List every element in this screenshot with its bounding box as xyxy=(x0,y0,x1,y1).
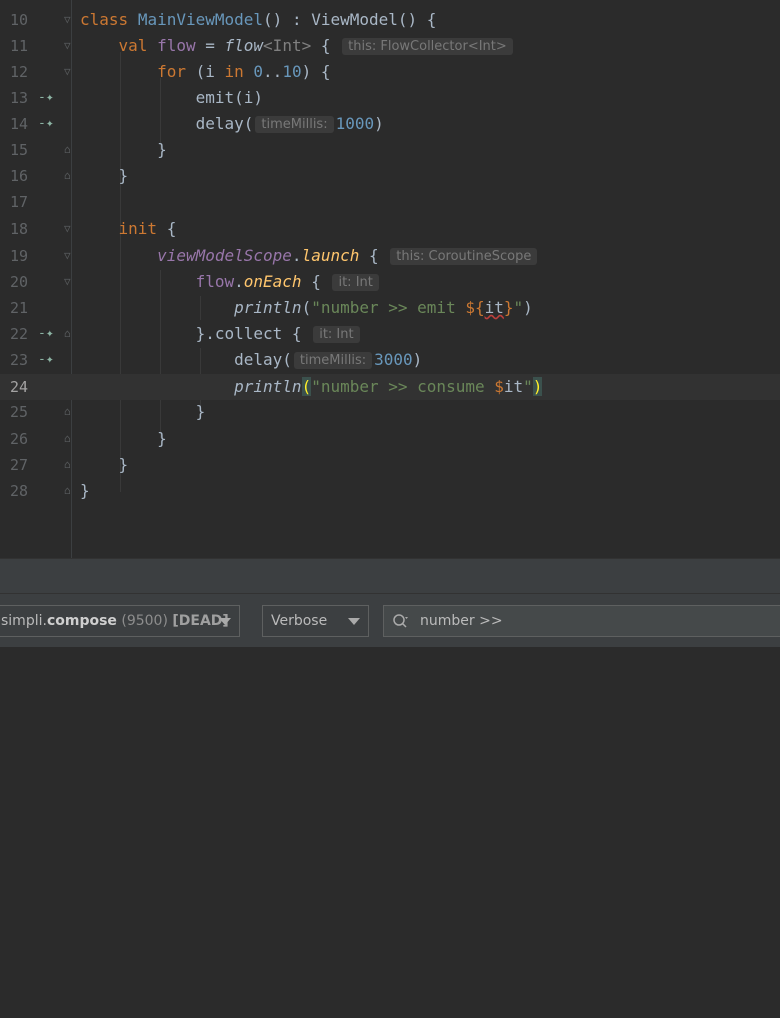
fold-marker-icon[interactable]: ⌂ xyxy=(64,137,71,163)
code-text: delay(timeMillis: 3000) xyxy=(234,350,423,369)
code-text: viewModelScope.launch { this: CoroutineS… xyxy=(80,243,539,269)
code-line[interactable]: 23 -✦ delay(timeMillis: 3000) xyxy=(0,347,780,373)
inlay-hint: this: FlowCollector<Int> xyxy=(342,38,513,55)
tool-window-header xyxy=(0,558,780,594)
code-line[interactable]: 17 xyxy=(0,189,780,215)
code-line[interactable]: 20 ▽ flow.onEach { it: Int xyxy=(0,269,780,295)
code-line[interactable]: 16 ⌂ } xyxy=(0,163,780,189)
current-code-line[interactable]: 24 println("number >> consume $it") xyxy=(0,374,780,400)
code-text: println("number >> consume $it") xyxy=(234,377,543,396)
process-pid: (9500) xyxy=(121,613,168,629)
logcat-output[interactable] xyxy=(0,647,780,1018)
line-number: 11 xyxy=(9,37,28,55)
log-level-dropdown[interactable]: Verbose xyxy=(262,605,369,637)
search-input[interactable] xyxy=(420,606,780,636)
line-number: 13 xyxy=(9,89,28,107)
process-package-prefix: simpli. xyxy=(1,613,47,629)
line-number: 15 xyxy=(9,141,28,159)
code-text: init { xyxy=(118,219,177,238)
inlay-hint: timeMillis: xyxy=(293,352,373,369)
code-line[interactable]: 14 -✦ delay(timeMillis: 1000) xyxy=(0,111,780,137)
line-number: 21 xyxy=(9,299,28,317)
code-text: flow.onEach { it: Int xyxy=(80,269,381,295)
code-text: println("number >> emit ${it}") xyxy=(234,298,533,317)
fold-marker-icon[interactable]: ▽ xyxy=(64,59,71,85)
line-number: 19 xyxy=(9,247,28,265)
code-line[interactable]: 21 println("number >> emit ${it}") xyxy=(0,295,780,321)
search-icon[interactable] xyxy=(392,613,410,629)
code-text: class MainViewModel() : ViewModel() { xyxy=(80,10,437,29)
line-number: 18 xyxy=(9,220,28,238)
code-text: } xyxy=(195,402,206,421)
code-line[interactable]: 28 ⌂ } xyxy=(0,478,780,504)
line-number: 10 xyxy=(9,11,28,29)
code-line[interactable]: 22 -✦ ⌂ }.collect { it: Int xyxy=(0,321,780,347)
fold-marker-icon[interactable]: ▽ xyxy=(64,243,71,269)
inlay-hint: it: Int xyxy=(313,326,360,343)
code-line[interactable]: 26 ⌂ } xyxy=(0,426,780,452)
code-line[interactable]: 13 -✦ emit(i) xyxy=(0,85,780,111)
fold-marker-icon[interactable]: ▽ xyxy=(64,269,71,295)
line-number: 22 xyxy=(9,325,28,343)
code-text: } xyxy=(157,140,167,159)
process-name: compose xyxy=(46,613,117,629)
inlay-hint: timeMillis: xyxy=(255,116,334,133)
inlay-hint: this: CoroutineScope xyxy=(390,248,538,265)
line-number: 20 xyxy=(9,273,28,291)
code-line[interactable]: 15 ⌂ } xyxy=(0,137,780,163)
code-text: for (i in 0..10) { xyxy=(157,62,331,81)
line-number: 12 xyxy=(9,63,28,81)
fold-marker-icon[interactable]: ⌂ xyxy=(64,452,71,478)
code-text: val flow = flow<Int> { this: FlowCollect… xyxy=(80,33,515,59)
log-filter-search[interactable] xyxy=(383,605,780,637)
line-number: 16 xyxy=(9,167,28,185)
log-level-value: Verbose xyxy=(271,613,328,629)
line-number: 24 xyxy=(9,378,28,396)
line-number: 28 xyxy=(9,482,28,500)
line-number: 17 xyxy=(9,193,28,211)
code-text: emit(i) xyxy=(195,88,264,107)
fold-marker-icon[interactable]: ⌂ xyxy=(64,399,71,425)
code-text: delay(timeMillis: 1000) xyxy=(195,114,384,133)
code-line[interactable]: 11 ▽ val flow = flow<Int> { this: FlowCo… xyxy=(0,33,780,59)
code-line[interactable]: 10 ▽ class MainViewModel() : ViewModel()… xyxy=(0,7,780,33)
code-line[interactable]: 12 ▽ for (i in 0..10) { xyxy=(0,59,780,85)
fold-marker-icon[interactable]: ▽ xyxy=(64,7,71,33)
suspend-call-icon: -✦ xyxy=(38,90,54,105)
fold-marker-icon[interactable]: ⌂ xyxy=(64,321,71,347)
inlay-hint: it: Int xyxy=(332,274,379,291)
code-editor[interactable]: 10 ▽ class MainViewModel() : ViewModel()… xyxy=(0,0,780,558)
logcat-toolbar: simpli.compose (9500) [DEAD] Verbose xyxy=(0,593,780,647)
code-text: } xyxy=(157,429,167,448)
chevron-down-icon xyxy=(348,618,360,625)
suspend-call-icon: -✦ xyxy=(38,352,54,367)
fold-marker-icon[interactable]: ⌂ xyxy=(64,426,71,452)
suspend-call-icon: -✦ xyxy=(38,326,54,341)
line-number: 25 xyxy=(9,403,28,421)
line-number: 23 xyxy=(9,351,28,369)
code-line[interactable]: 19 ▽ viewModelScope.launch { this: Corou… xyxy=(0,243,780,269)
code-line[interactable]: 18 ▽ init { xyxy=(0,216,780,242)
code-text: } xyxy=(118,166,129,185)
process-dropdown[interactable]: simpli.compose (9500) [DEAD] xyxy=(0,605,240,637)
fold-marker-icon[interactable]: ⌂ xyxy=(64,478,71,504)
code-text: } xyxy=(80,481,90,500)
line-number: 26 xyxy=(9,430,28,448)
line-number: 27 xyxy=(9,456,28,474)
code-line[interactable]: 25 ⌂ } xyxy=(0,399,780,425)
code-text: }.collect { it: Int xyxy=(80,321,362,347)
code-line[interactable]: 27 ⌂ } xyxy=(0,452,780,478)
suspend-call-icon: -✦ xyxy=(38,116,54,131)
fold-marker-icon[interactable]: ⌂ xyxy=(64,163,71,189)
chevron-down-icon xyxy=(219,618,231,625)
line-number: 14 xyxy=(9,115,28,133)
fold-marker-icon[interactable]: ▽ xyxy=(64,216,71,242)
code-text: } xyxy=(118,455,129,474)
fold-marker-icon[interactable]: ▽ xyxy=(64,33,71,59)
